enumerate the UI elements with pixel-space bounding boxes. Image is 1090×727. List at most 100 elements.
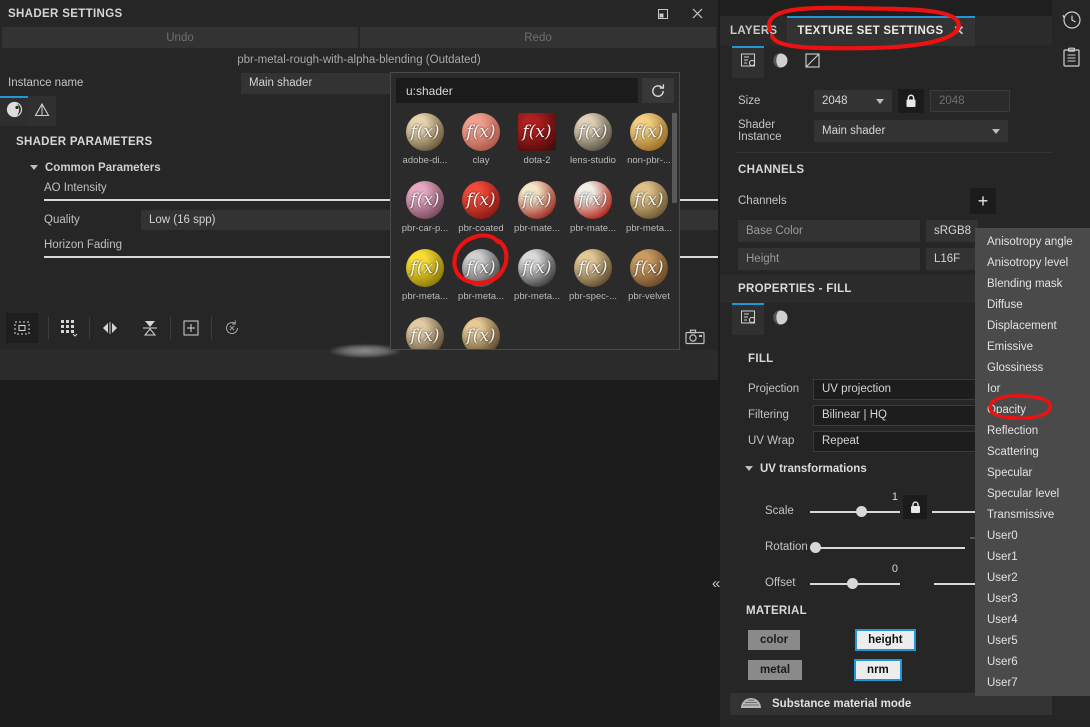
filtering-select[interactable]: Bilinear | HQ xyxy=(813,404,991,426)
shader-thumbnail[interactable]: f(x)vraymtl-s... xyxy=(454,317,508,349)
shader-thumbnail[interactable]: f(x) pbr-mate... xyxy=(566,181,620,245)
redo-button[interactable]: Redo xyxy=(360,27,716,48)
channels-dropdown-menu[interactable]: Anisotropy angle Anisotropy level Blending… xyxy=(975,228,1090,696)
shader-thumbnail[interactable]: f(x) dota-2 xyxy=(510,113,564,177)
add-channel-button[interactable]: + xyxy=(970,188,996,214)
shader-thumbnail[interactable]: f(x) pbr-meta... xyxy=(622,181,676,245)
channel-menu-item-diffuse[interactable]: Diffuse xyxy=(975,294,1090,315)
channel-menu-item-opacity[interactable]: Opacity xyxy=(975,399,1090,420)
add-point-icon[interactable] xyxy=(171,313,211,343)
channels-header-row: Channels + xyxy=(720,188,1090,214)
close-icon[interactable] xyxy=(680,0,714,27)
fx-overlay-icon: f(x) xyxy=(466,122,496,142)
channel-menu-item-user3[interactable]: User3 xyxy=(975,588,1090,609)
offset-slider[interactable]: 0 xyxy=(810,563,900,591)
channel-menu-item-user1[interactable]: User1 xyxy=(975,546,1090,567)
shader-thumbnail[interactable]: f(x) clay xyxy=(454,113,508,177)
tab-sphere-icon[interactable] xyxy=(764,46,796,78)
common-parameters-label: Common Parameters xyxy=(45,162,161,174)
scale-slider[interactable]: 1 xyxy=(810,491,900,519)
substance-material-mode-bar[interactable]: Substance material mode xyxy=(730,693,1056,715)
channel-menu-item-specular[interactable]: Specular xyxy=(975,462,1090,483)
channel-menu-item-transmissive[interactable]: Transmissive xyxy=(975,504,1090,525)
channel-menu-item-ior[interactable]: Ior xyxy=(975,378,1090,399)
reset-icon[interactable] xyxy=(212,313,252,343)
channel-menu-item-user2[interactable]: User2 xyxy=(975,567,1090,588)
shader-thumbnail-grid[interactable]: f(x) adobe-di... f(x) clay f(x) dota-2 f(x) len… xyxy=(391,107,679,349)
refresh-icon[interactable] xyxy=(642,78,674,103)
shader-thumbnail[interactable]: f(x) pbr-car-p... xyxy=(398,181,452,245)
symmetry-icon[interactable] xyxy=(90,313,130,343)
size-row: Size 2048 2048 xyxy=(720,88,1090,114)
selection-tool-icon[interactable] xyxy=(6,313,38,343)
shader-thumbnail[interactable]: f(x) pbr-coated xyxy=(454,181,508,245)
channel-menu-item-emissive[interactable]: Emissive xyxy=(975,336,1090,357)
chip-color[interactable]: color xyxy=(748,630,801,650)
shader-thumbnail[interactable]: f(x) adobe-di... xyxy=(398,113,452,177)
projection-select[interactable]: UV projection xyxy=(813,378,991,400)
shader-thumbnail[interactable]: f(x) pbr-meta... xyxy=(454,249,508,313)
section-divider xyxy=(736,152,1074,153)
channel-menu-item-blending-mask[interactable]: Blending mask xyxy=(975,273,1090,294)
size-select[interactable]: 2048 xyxy=(814,90,892,112)
tab-properties-icon[interactable] xyxy=(732,46,764,78)
tab-material[interactable] xyxy=(28,96,56,126)
channel-menu-item-user6[interactable]: User6 xyxy=(975,651,1090,672)
rotation-slider[interactable] xyxy=(810,533,965,555)
channel-menu-item-anisotropy-angle[interactable]: Anisotropy angle xyxy=(975,231,1090,252)
shader-thumbnail-image: f(x) xyxy=(518,249,556,287)
tab-fill-material[interactable] xyxy=(764,303,796,335)
shader-thumbnail[interactable]: f(x) pbr-meta... xyxy=(510,249,564,313)
chip-height[interactable]: height xyxy=(855,629,916,651)
close-icon[interactable]: ✕ xyxy=(953,23,964,39)
restore-icon[interactable] xyxy=(646,0,680,27)
viewport-3d[interactable] xyxy=(0,329,718,380)
app-root: SHADER SETTINGS Undo Redo pbr-metal-roug… xyxy=(0,0,1090,727)
channel-menu-item-user7[interactable]: User7 xyxy=(975,672,1090,693)
channel-menu-item-reflection[interactable]: Reflection xyxy=(975,420,1090,441)
channel-menu-item-scattering[interactable]: Scattering xyxy=(975,441,1090,462)
shader-instance-select[interactable]: Main shader xyxy=(814,120,1008,142)
shader-thumbnail[interactable]: f(x) pbr-spec-... xyxy=(566,249,620,313)
tab-layers[interactable]: LAYERS xyxy=(720,16,788,46)
channel-format-basecolor[interactable]: sRGB8 xyxy=(926,220,978,242)
shader-thumbnail[interactable]: f(x)vraymtl-... xyxy=(398,317,452,349)
tab-shader[interactable] xyxy=(0,96,28,126)
shader-thumbnail[interactable]: f(x) pbr-meta... xyxy=(398,249,452,313)
log-icon[interactable] xyxy=(1052,38,1090,76)
mirror-plane-icon[interactable] xyxy=(130,313,170,343)
chip-metal[interactable]: metal xyxy=(748,660,803,680)
history-icon[interactable] xyxy=(1052,0,1090,38)
channel-menu-item-specular-level[interactable]: Specular level xyxy=(975,483,1090,504)
fx-overlay-icon: f(x) xyxy=(634,258,664,278)
shader-thumbnail[interactable]: f(x) pbr-velvet xyxy=(622,249,676,313)
tab-uv-icon[interactable] xyxy=(796,46,828,78)
channel-menu-item-glossiness[interactable]: Glossiness xyxy=(975,357,1090,378)
tab-fill-properties[interactable] xyxy=(732,303,764,335)
camera-icon[interactable] xyxy=(678,322,712,352)
channel-menu-item-user4[interactable]: User4 xyxy=(975,609,1090,630)
collapse-handle[interactable]: « xyxy=(712,575,720,592)
channel-menu-item-anisotropy-level[interactable]: Anisotropy level xyxy=(975,252,1090,273)
channel-menu-item-user5[interactable]: User5 xyxy=(975,630,1090,651)
picker-scrollbar[interactable] xyxy=(672,113,677,203)
channel-name-height[interactable]: Height xyxy=(738,248,920,270)
tab-texture-set-settings[interactable]: TEXTURE SET SETTINGS ✕ xyxy=(787,16,975,46)
size-lock-button[interactable] xyxy=(898,89,924,113)
channel-menu-item-user0[interactable]: User0 xyxy=(975,525,1090,546)
channel-format-height[interactable]: L16F xyxy=(926,248,978,270)
chip-nrm[interactable]: nrm xyxy=(854,659,902,681)
shader-thumbnail[interactable]: f(x) pbr-mate... xyxy=(510,181,564,245)
uvwrap-select[interactable]: Repeat xyxy=(813,430,991,452)
shader-thumbnail[interactable]: f(x) lens-studio xyxy=(566,113,620,177)
undo-button[interactable]: Undo xyxy=(2,27,358,48)
channel-name-basecolor[interactable]: Base Color xyxy=(738,220,920,242)
channel-menu-item-displacement[interactable]: Displacement xyxy=(975,315,1090,336)
shader-thumbnail-label: pbr-spec-... xyxy=(568,291,618,302)
search-input[interactable]: u:shader xyxy=(396,78,638,103)
shader-thumbnail-image: f(x) xyxy=(574,113,612,151)
shader-thumbnail[interactable]: f(x) non-pbr-... xyxy=(622,113,676,177)
grid-view-icon[interactable] xyxy=(49,313,89,343)
shader-thumbnail-image: f(x) xyxy=(518,181,556,219)
scale-lock-button[interactable] xyxy=(903,495,927,519)
